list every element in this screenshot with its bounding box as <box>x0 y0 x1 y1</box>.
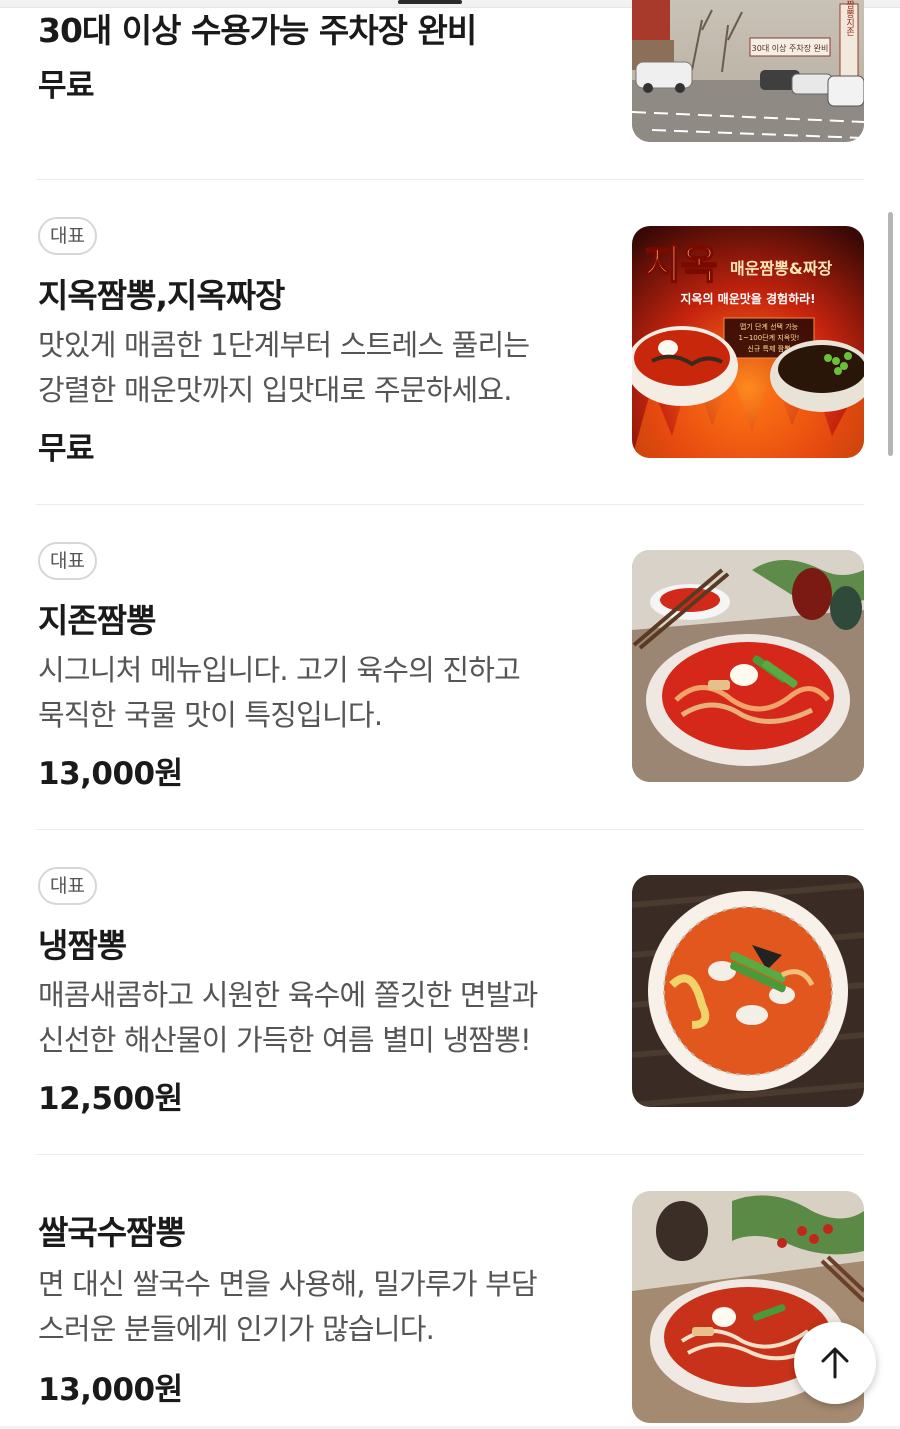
description-line: 스러운 분들에게 인기가 많습니다. <box>38 1312 435 1346</box>
menu-item-jijon-jjamppong[interactable]: 대표 지존짬뽕 시그니처 메뉴입니다. 고기 육수의 진하고 묵직한 국물 맛이… <box>36 540 864 792</box>
item-image-cold-jjamppong[interactable] <box>632 875 864 1107</box>
item-description: 면 대신 쌀국수 면을 사용해, 밀가루가 부담 스러운 분들에게 인기가 많습… <box>38 1262 598 1352</box>
description-line: 묵직한 국물 맛이 특징입니다. <box>38 698 383 732</box>
item-name: 30대 이상 수용가능 주차장 완비 <box>38 11 477 50</box>
poster-box-line1: 맵기 단계 선택 가능 <box>740 322 799 331</box>
item-price: 13,000원 <box>38 1372 183 1408</box>
poster-title: 지옥 <box>644 242 718 288</box>
item-description: 매콤새콤하고 시원한 육수에 쫄깃한 면발과 신선한 해산물이 가득한 여름 별… <box>38 973 598 1063</box>
item-description: 시그니처 메뉴입니다. 고기 육수의 진하고 묵직한 국물 맛이 특징입니다. <box>38 648 598 738</box>
item-price: 13,000원 <box>38 756 183 792</box>
item-price: 12,500원 <box>38 1081 183 1117</box>
item-name: 냉짬뽕 <box>38 926 127 965</box>
menu-list-page: 30대 이상 수용가능 주차장 완비 무료 30대 이상 주차장 완비 짬뽕지존… <box>0 0 900 1429</box>
description-line: 신선한 해산물이 가득한 여름 별미 냉짬뽕! <box>38 1023 532 1057</box>
description-line: 시그니처 메뉴입니다. 고기 육수의 진하고 <box>38 653 521 687</box>
signature-badge: 대표 <box>38 867 97 905</box>
vertical-sign-text: 짬뽕지존 <box>844 0 854 36</box>
item-description: 맛있게 매콤한 1단계부터 스트레스 풀리는 강렬한 매운맛까지 입맛대로 주문… <box>38 323 598 413</box>
description-line: 매콤새콤하고 시원한 육수에 쫄깃한 면발과 <box>38 978 538 1012</box>
signature-badge: 대표 <box>38 542 97 580</box>
description-line: 면 대신 쌀국수 면을 사용해, 밀가루가 부담 <box>38 1267 538 1301</box>
item-image-hell-jjamppong[interactable]: 지옥 매운짬뽕&짜장 지옥의 매운맛을 경험하라! 맵기 단계 선택 가능 1~… <box>632 226 864 458</box>
item-divider <box>36 829 864 830</box>
parking-banner-text: 30대 이상 주차장 완비 <box>752 43 829 53</box>
poster-subtitle: 매운짬뽕&짜장 <box>730 259 833 278</box>
item-image-parking-lot[interactable]: 30대 이상 주차장 완비 짬뽕지존 <box>632 0 864 142</box>
poster-box-line2: 1~100단계 지옥맛! <box>739 333 800 342</box>
item-divider <box>36 504 864 505</box>
item-divider <box>36 179 864 180</box>
item-price: 무료 <box>38 68 95 104</box>
item-image-jijon-jjamppong[interactable] <box>632 550 864 782</box>
menu-item-hell-jjamppong[interactable]: 대표 지옥짬뽕,지옥짜장 맛있게 매콤한 1단계부터 스트레스 풀리는 강렬한 … <box>36 215 864 467</box>
arrow-up-icon <box>815 1343 855 1383</box>
poster-tagline: 지옥의 매운맛을 경험하라! <box>680 291 815 306</box>
scrollbar-thumb[interactable] <box>888 212 893 456</box>
item-name: 쌀국수짬뽕 <box>38 1213 186 1252</box>
scroll-to-top-button[interactable] <box>794 1322 876 1404</box>
item-name: 지옥짬뽕,지옥짜장 <box>38 276 285 315</box>
signature-badge: 대표 <box>38 217 97 255</box>
item-name: 지존짬뽕 <box>38 601 156 640</box>
item-divider <box>36 1154 864 1155</box>
menu-item-parking[interactable]: 30대 이상 수용가능 주차장 완비 무료 30대 이상 주차장 완비 짬뽕지존 <box>36 0 864 180</box>
description-line: 맛있게 매콤한 1단계부터 스트레스 풀리는 <box>38 328 530 362</box>
menu-item-rice-noodle-jjamppong[interactable]: 쌀국수짬뽕 면 대신 쌀국수 면을 사용해, 밀가루가 부담 스러운 분들에게 … <box>36 1190 864 1429</box>
menu-item-cold-jjamppong[interactable]: 대표 냉짬뽕 매콤새콤하고 시원한 육수에 쫄깃한 면발과 신선한 해산물이 가… <box>36 865 864 1117</box>
description-line: 강렬한 매운맛까지 입맛대로 주문하세요. <box>38 373 512 407</box>
item-price: 무료 <box>38 431 95 467</box>
